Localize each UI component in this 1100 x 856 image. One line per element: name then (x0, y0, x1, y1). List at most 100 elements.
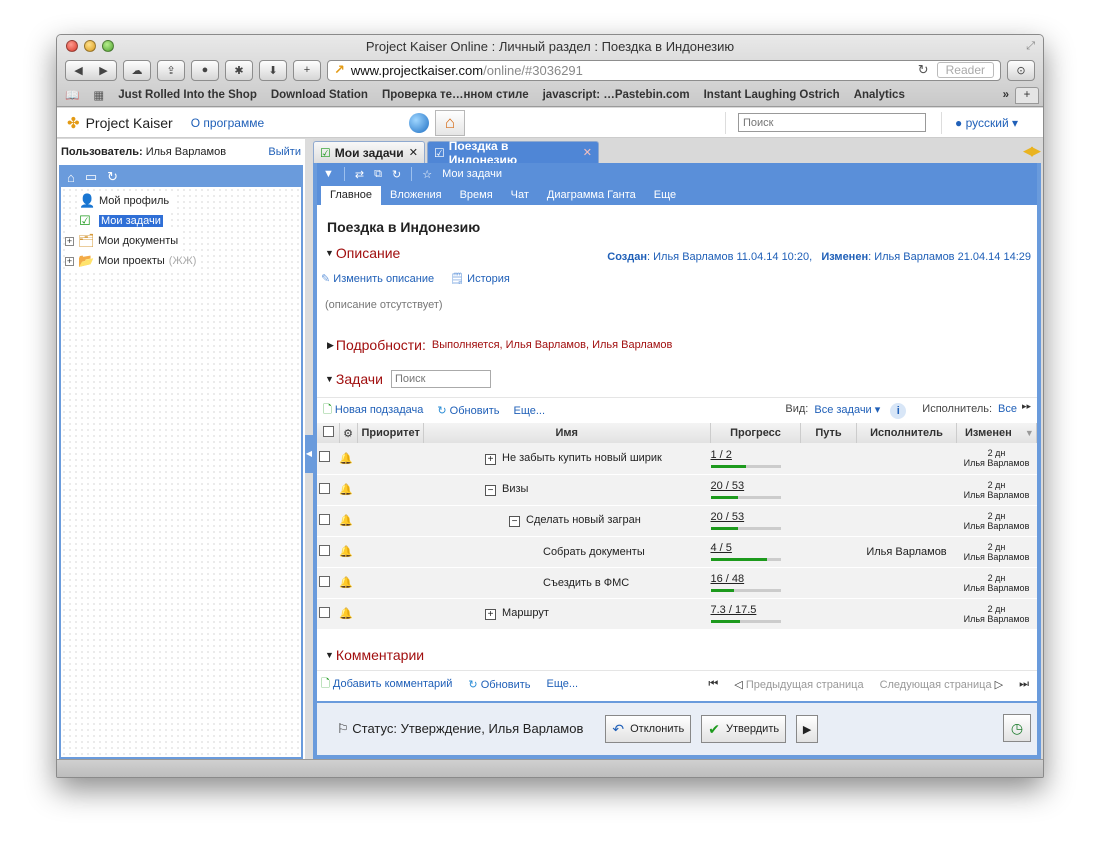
table-row[interactable]: 🔔 Собрать документы 4 / 5 Илья Варламов 2 дн… (317, 536, 1037, 568)
bookmark-item[interactable]: Download Station (271, 89, 368, 101)
bookmark-item[interactable]: Instant Laughing Ostrich (704, 89, 840, 101)
table-row[interactable]: 🔔 + Маршрут 7.3 / 17.5 2 дн Илья Варламов (317, 598, 1037, 630)
bell-icon[interactable]: 🔔 (339, 608, 353, 620)
downloads-button[interactable]: ⊙ (1007, 59, 1035, 81)
collapse-triangle-icon[interactable]: ▼ (325, 374, 334, 384)
reader-button[interactable]: Reader (936, 62, 994, 78)
bookmarks-more-button[interactable]: » (1003, 89, 1009, 101)
more-subtasks-button[interactable]: Еще... (513, 405, 545, 417)
bookmark-item[interactable]: Проверка те…нном стиле (382, 89, 529, 101)
expand-toggle-icon[interactable]: − (509, 516, 520, 527)
bell-icon[interactable]: 🔔 (339, 484, 353, 496)
column-priority[interactable]: Приоритет (357, 423, 424, 443)
row-name-cell[interactable]: Собрать документы (357, 536, 711, 568)
tab-attachments[interactable]: Вложения (381, 189, 451, 205)
edit-description-link[interactable]: ✎ Изменить описание (321, 272, 434, 285)
logout-link[interactable]: Выйти (268, 146, 301, 158)
last-page-icon[interactable]: ⏭ (1019, 678, 1029, 691)
approve-button[interactable]: ✔ Утвердить (701, 715, 787, 743)
table-row[interactable]: 🔔 Съездить в ФМС 16 / 48 2 дн Илья Варламов (317, 567, 1037, 599)
reading-list-icon[interactable]: 📖 (65, 88, 79, 102)
select-all-checkbox[interactable] (323, 426, 335, 437)
expand-toggle-icon[interactable]: + (485, 453, 496, 465)
progress-value[interactable]: 4 / 5 (711, 542, 732, 554)
bell-icon[interactable]: 🔔 (339, 546, 353, 558)
back-icon[interactable]: ◀ (74, 64, 82, 77)
row-select-cell[interactable] (317, 443, 339, 475)
forward-icon[interactable]: ▶ (99, 64, 107, 77)
next-status-button[interactable]: ▶ (796, 715, 819, 743)
tab-my-tasks[interactable]: ☑ Мои задачи ✕ (313, 141, 425, 163)
progress-value[interactable]: 20 / 53 (711, 511, 745, 523)
bookmark-item[interactable]: Just Rolled Into the Shop (118, 89, 257, 101)
swap-icon[interactable]: ⇄ (355, 168, 364, 181)
reload-icon[interactable]: ↻ (918, 62, 929, 78)
refresh-subtasks-button[interactable]: ↻ Обновить (437, 404, 499, 417)
bell-icon[interactable]: 🔔 (339, 453, 353, 465)
fullscreen-icon[interactable]: ⤢ (1026, 40, 1035, 53)
progress-value[interactable]: 16 / 48 (711, 573, 745, 585)
row-select-cell[interactable] (317, 567, 339, 599)
table-row[interactable]: 🔔 + Не забыть купить новый ширик 1 / 2 2 дн И… (317, 443, 1037, 475)
bell-icon[interactable]: 🔔 (339, 577, 353, 589)
row-checkbox[interactable] (319, 482, 330, 494)
download-button[interactable]: ⬇ (259, 59, 287, 81)
refresh-icon[interactable]: ↻ (392, 168, 401, 181)
close-tab-icon[interactable]: ✕ (409, 146, 418, 159)
about-link[interactable]: О программе (191, 116, 264, 130)
assignee-filter[interactable]: Все (998, 403, 1017, 419)
cloud-button[interactable]: ☁ (123, 59, 151, 81)
row-checkbox[interactable] (319, 513, 330, 525)
column-changed[interactable]: Изменен ▼ (956, 423, 1037, 443)
tree-item-profile[interactable]: 👤 Мой профиль (79, 191, 174, 211)
bookmark-item[interactable]: javascript: …Pastebin.com (543, 89, 690, 101)
home-icon[interactable]: ⌂ (67, 170, 75, 185)
row-checkbox[interactable] (319, 575, 330, 587)
row-select-cell[interactable] (317, 474, 339, 506)
tree-item-my-projects[interactable]: + 📂 Мои проекты (ЖЖ) (65, 251, 201, 271)
reject-button[interactable]: ↶ Отклонить (605, 715, 692, 743)
row-name-cell[interactable]: Съездить в ФМС (357, 567, 711, 599)
collapse-icon[interactable]: ▭ (85, 169, 97, 185)
prev-page-link[interactable]: ◁ Предыдущая страница (734, 678, 863, 691)
panel-splitter[interactable]: ◀ (305, 139, 313, 759)
settings-header[interactable]: ⚙ (339, 423, 358, 443)
row-checkbox[interactable] (319, 451, 330, 463)
comments-header[interactable]: ▼ Комментарии (317, 644, 1037, 666)
table-row[interactable]: 🔔 − Сделать новый загран 20 / 53 2 дн Илья Ва… (317, 505, 1037, 537)
bookmark-item[interactable]: Analytics (854, 89, 905, 101)
row-select-cell[interactable] (317, 598, 339, 630)
history-link[interactable]: 🗒 История (450, 272, 510, 285)
time-tracking-button[interactable]: ◷ (1003, 714, 1031, 742)
new-subtask-button[interactable]: 🗋 Новая подзадача (323, 401, 423, 420)
more-comments-button[interactable]: Еще... (547, 678, 579, 690)
tab-chat[interactable]: Чат (502, 189, 538, 205)
back-forward-buttons[interactable]: ◀ ▶ (65, 59, 117, 81)
expand-icon[interactable]: + (65, 256, 74, 266)
expand-icon[interactable]: + (65, 236, 74, 246)
tab-scroll-arrows-icon[interactable]: ◀▶ (1023, 143, 1041, 159)
bug-button[interactable]: ✱ (225, 59, 253, 81)
tab-gantt[interactable]: Диаграмма Ганта (538, 189, 645, 205)
top-sites-icon[interactable]: ▦ (93, 88, 104, 102)
bell-icon[interactable]: 🔔 (339, 515, 353, 527)
column-path[interactable]: Путь (800, 423, 857, 443)
close-tab-icon[interactable]: ✕ (583, 146, 592, 159)
language-selector[interactable]: ● русский ▾ (955, 116, 1018, 130)
progress-value[interactable]: 20 / 53 (711, 480, 745, 492)
tab-main[interactable]: Главное (321, 186, 382, 205)
row-select-cell[interactable] (317, 505, 339, 537)
address-bar[interactable]: ↗ www.projectkaiser.com/online/#3036291 … (327, 59, 1001, 81)
add-bookmark-button[interactable]: + (293, 59, 321, 81)
app-logo[interactable]: ✤ Project Kaiser (67, 114, 173, 132)
collapse-panel-handle[interactable]: ◀ (305, 435, 313, 473)
tree-item-my-documents[interactable]: + 🗂 Мои документы (65, 231, 183, 251)
column-assignee[interactable]: Исполнитель (856, 423, 957, 443)
ghostery-button[interactable]: ● (191, 59, 219, 81)
column-progress[interactable]: Прогресс (710, 423, 801, 443)
share-button[interactable]: ⇪ (157, 59, 185, 81)
info-icon[interactable]: i (890, 403, 907, 419)
table-row[interactable]: 🔔 − Визы 20 / 53 2 дн Илья Варламов (317, 474, 1037, 506)
column-name[interactable]: Имя (423, 423, 711, 443)
refresh-comments-button[interactable]: ↻ Обновить (468, 678, 530, 691)
